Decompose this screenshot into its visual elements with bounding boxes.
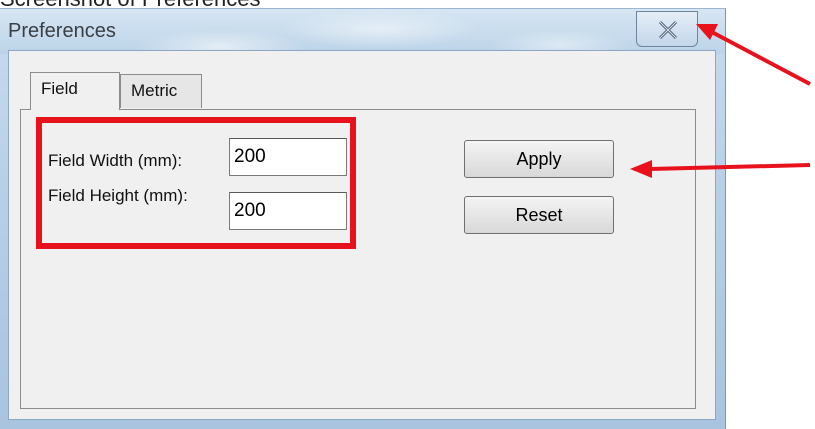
annotation-arrows <box>630 24 811 178</box>
arrowhead-apply <box>630 160 652 178</box>
tab-field[interactable]: Field <box>30 72 120 110</box>
arrow-to-close <box>707 28 811 86</box>
arrow-to-apply <box>649 163 811 171</box>
